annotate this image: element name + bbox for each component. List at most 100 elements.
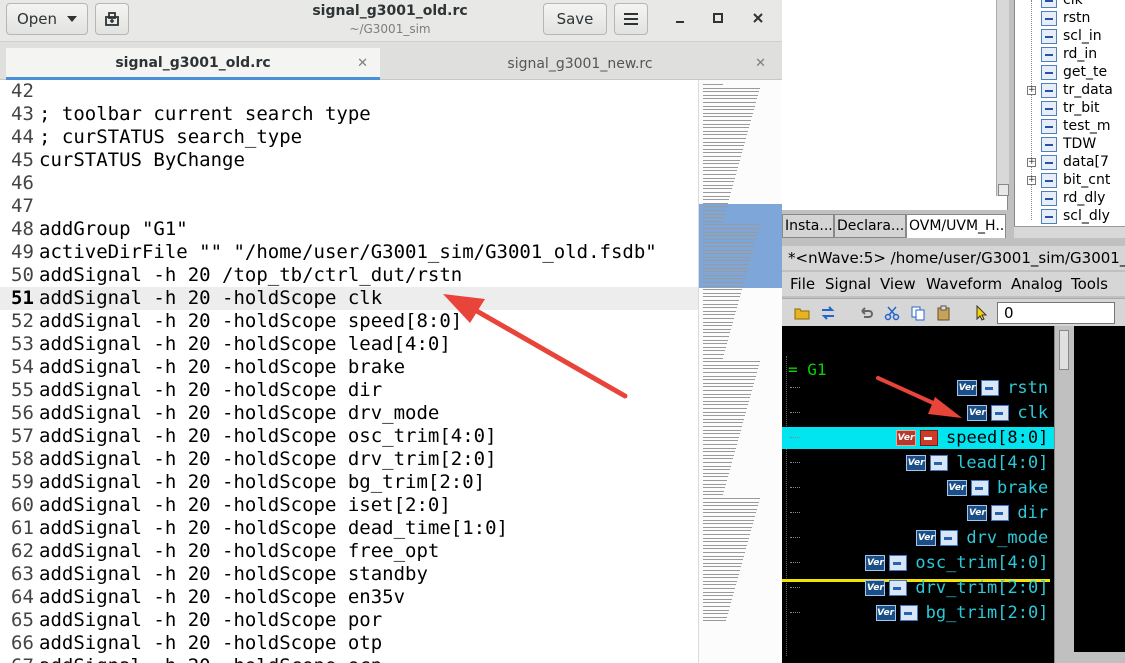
minimap[interactable] bbox=[698, 80, 782, 663]
scroll-thumb[interactable] bbox=[1059, 330, 1069, 370]
waveform-signal-row[interactable]: Ver clk bbox=[782, 402, 1054, 424]
waveform-signal-row[interactable]: Ver speed[8:0] bbox=[782, 427, 1054, 449]
signal-list-item[interactable]: + data[7 bbox=[1015, 154, 1125, 172]
menu-waveform[interactable]: Waveform bbox=[926, 275, 1002, 293]
code-line[interactable]: 46 bbox=[0, 172, 698, 195]
minimap-line bbox=[703, 238, 756, 240]
waveform-signal-row[interactable]: Ver lead[4:0] bbox=[782, 452, 1054, 474]
minimize-button[interactable] bbox=[668, 8, 692, 30]
cursor-icon[interactable] bbox=[974, 305, 990, 321]
code-line[interactable]: 66 addSignal -h 20 -holdScope otp bbox=[0, 632, 698, 655]
signal-list-item[interactable]: tr_bit bbox=[1015, 100, 1125, 118]
signal-list-item[interactable]: rd_in bbox=[1015, 46, 1125, 64]
code-line[interactable]: 53 addSignal -h 20 -holdScope lead[4:0] bbox=[0, 333, 698, 356]
menu-signal[interactable]: Signal bbox=[825, 275, 871, 293]
signal-list-item[interactable]: TDW bbox=[1015, 136, 1125, 154]
maximize-button[interactable] bbox=[706, 8, 730, 30]
code-line[interactable]: 65 addSignal -h 20 -holdScope por bbox=[0, 609, 698, 632]
waveform-signal-row[interactable]: Ver osc_trim[4:0] bbox=[782, 552, 1054, 574]
waveform-signal-row[interactable]: Ver dir bbox=[782, 502, 1054, 524]
code-line[interactable]: 59 addSignal -h 20 -holdScope bg_trim[2:0… bbox=[0, 471, 698, 494]
code-line[interactable]: 42 bbox=[0, 80, 698, 103]
waveform-signal-name: drv_trim[2:0] bbox=[915, 578, 1049, 598]
signal-list-item[interactable]: test_m bbox=[1015, 118, 1125, 136]
copy-icon[interactable] bbox=[910, 305, 926, 321]
text-editor[interactable]: 42 43; toolbar current search type 44; cur… bbox=[0, 80, 698, 663]
signal-list-item[interactable]: scl_in bbox=[1015, 28, 1125, 46]
instance-tree[interactable] bbox=[782, 0, 1009, 210]
close-tab-icon[interactable]: ✕ bbox=[755, 56, 766, 71]
code-line[interactable]: 48 addGroup "G1" bbox=[0, 218, 698, 241]
open-button[interactable]: Open bbox=[6, 3, 88, 35]
signal-list-item[interactable]: rstn bbox=[1015, 10, 1125, 28]
tab-new-rc[interactable]: signal_g3001_new.rc ✕ bbox=[382, 48, 778, 80]
signal-name-pane[interactable]: = G1 Ver rstn Ver clk Ver speed[8:0] Ver lead[4… bbox=[782, 326, 1054, 663]
signal-list-scrollbar[interactable] bbox=[1014, 226, 1125, 238]
code-line[interactable]: 62 addSignal -h 20 -holdScope free_opt bbox=[0, 540, 698, 563]
menu-file[interactable]: File bbox=[790, 275, 815, 293]
signal-name: TDW bbox=[1063, 136, 1097, 152]
signal-name: rd_in bbox=[1063, 46, 1098, 62]
save-button[interactable]: Save bbox=[543, 3, 607, 35]
waveform-scrollbar[interactable] bbox=[1074, 652, 1125, 663]
waveform-signal-row[interactable]: Ver drv_mode bbox=[782, 527, 1054, 549]
signal-pane-scrollbar[interactable] bbox=[1054, 326, 1074, 663]
expand-icon[interactable]: + bbox=[1027, 176, 1036, 185]
hierarchy-tab[interactable]: Declara... bbox=[834, 214, 906, 238]
code-line[interactable]: 54 addSignal -h 20 -holdScope brake bbox=[0, 356, 698, 379]
cut-icon[interactable] bbox=[884, 305, 900, 321]
code-line[interactable]: 47 bbox=[0, 195, 698, 218]
expand-icon[interactable]: + bbox=[1027, 86, 1036, 95]
tab-old-rc[interactable]: signal_g3001_old.rc ✕ bbox=[6, 48, 380, 80]
code-line[interactable]: 60 addSignal -h 20 -holdScope iset[2:0] bbox=[0, 494, 698, 517]
waveform-signal-row[interactable]: Ver drv_trim[2:0] bbox=[782, 577, 1054, 599]
code-line[interactable]: 43; toolbar current search type bbox=[0, 103, 698, 126]
line-number: 65 bbox=[11, 609, 34, 631]
code-line[interactable]: 45 curSTATUS ByChange bbox=[0, 149, 698, 172]
signal-list-item[interactable]: + tr_data bbox=[1015, 82, 1125, 100]
signal-list-item[interactable]: rd_dly bbox=[1015, 190, 1125, 208]
cursor-time-input[interactable]: 0 bbox=[997, 302, 1115, 324]
signal-list-item[interactable]: get_te bbox=[1015, 64, 1125, 82]
code-line[interactable]: 64 addSignal -h 20 -holdScope en35v bbox=[0, 586, 698, 609]
code-line[interactable]: 63 addSignal -h 20 -holdScope standby bbox=[0, 563, 698, 586]
new-document-button[interactable] bbox=[95, 3, 129, 35]
code-line[interactable]: 49 activeDirFile "" "/home/user/G3001_sim… bbox=[0, 241, 698, 264]
code-line[interactable]: 56 addSignal -h 20 -holdScope drv_mode bbox=[0, 402, 698, 425]
signal-list-item[interactable]: scl_dly bbox=[1015, 208, 1125, 226]
menu-view[interactable]: View bbox=[880, 275, 916, 293]
code-line[interactable]: 55 addSignal -h 20 -holdScope dir bbox=[0, 379, 698, 402]
code-line[interactable]: 58 addSignal -h 20 -holdScope drv_trim[2:… bbox=[0, 448, 698, 471]
code-line[interactable]: 52 addSignal -h 20 -holdScope speed[8:0] bbox=[0, 310, 698, 333]
waveform-pane[interactable] bbox=[1074, 326, 1125, 663]
minimap-line bbox=[703, 393, 751, 395]
waveform-signal-row[interactable]: Ver brake bbox=[782, 477, 1054, 499]
code-line[interactable]: 61 addSignal -h 20 -holdScope dead_time[1… bbox=[0, 517, 698, 540]
signal-list[interactable]: clk rstn scl_in rd_in get_te + tr_data tr_bit te… bbox=[1014, 0, 1125, 230]
minimap-line bbox=[703, 537, 749, 539]
paste-icon[interactable] bbox=[936, 305, 952, 321]
tree-scrollbar[interactable] bbox=[996, 0, 1009, 196]
open-folder-icon[interactable] bbox=[794, 305, 810, 321]
scroll-down-icon[interactable] bbox=[998, 184, 1009, 196]
signal-list-item[interactable]: + bit_cnt bbox=[1015, 172, 1125, 190]
sync-icon[interactable] bbox=[820, 305, 836, 321]
waveform-signal-row[interactable]: Ver bg_trim[2:0] bbox=[782, 602, 1054, 624]
signal-list-item[interactable]: clk bbox=[1015, 0, 1125, 10]
code-line[interactable]: 51 addSignal -h 20 -holdScope clk bbox=[0, 287, 698, 310]
close-window-button[interactable] bbox=[746, 8, 770, 30]
menu-tools[interactable]: Tools bbox=[1071, 275, 1108, 293]
code-line[interactable]: 44; curSTATUS search_type bbox=[0, 126, 698, 149]
close-tab-icon[interactable]: ✕ bbox=[357, 56, 368, 71]
undo-icon[interactable] bbox=[858, 305, 874, 321]
hierarchy-tab[interactable]: OVM/UVM_H... bbox=[906, 214, 1006, 238]
code-line[interactable]: 50 addSignal -h 20 /top_tb/ctrl_dut/rstn bbox=[0, 264, 698, 287]
waveform-signal-row[interactable]: Ver rstn bbox=[782, 377, 1054, 399]
signal-name: scl_dly bbox=[1063, 208, 1110, 224]
menu-analog[interactable]: Analog bbox=[1011, 275, 1063, 293]
menu-button[interactable] bbox=[614, 3, 648, 35]
code-line[interactable]: 67addSignal -h 20 -holdScope ocp bbox=[0, 655, 698, 663]
expand-icon[interactable]: + bbox=[1027, 158, 1036, 167]
hierarchy-tab[interactable]: Insta... bbox=[782, 214, 834, 238]
code-line[interactable]: 57 addSignal -h 20 -holdScope osc_trim[4:… bbox=[0, 425, 698, 448]
